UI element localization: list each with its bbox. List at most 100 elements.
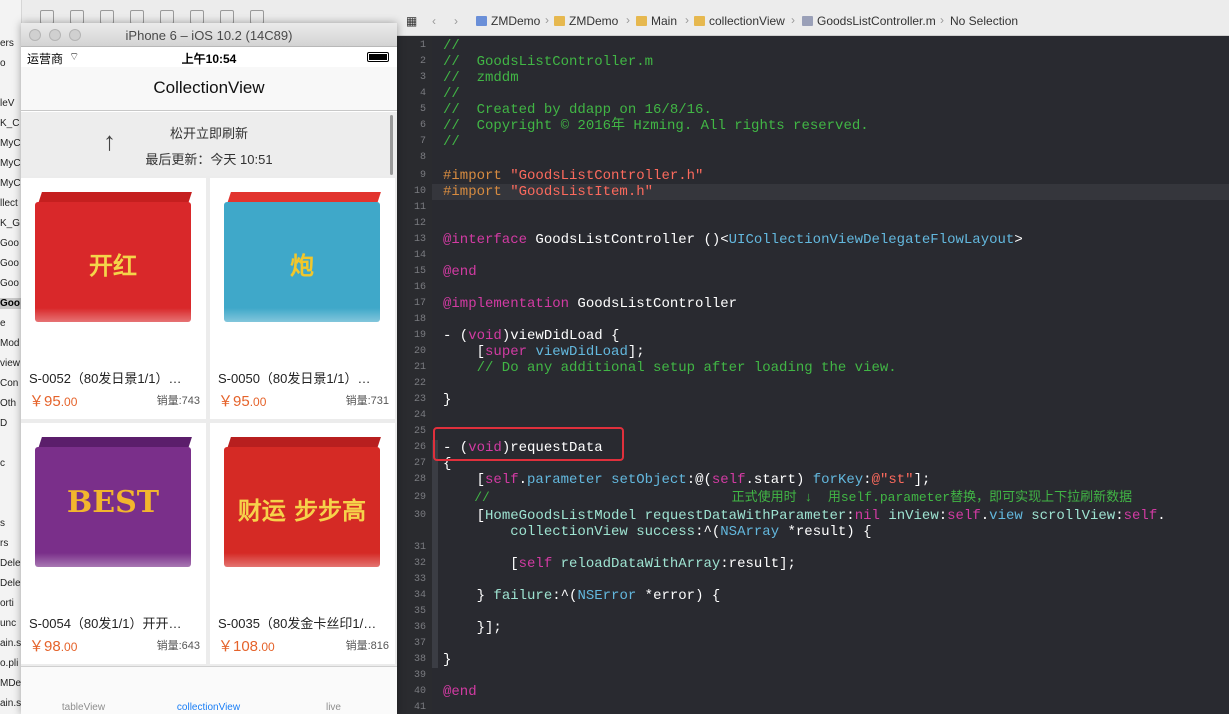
code-token: } <box>443 588 494 604</box>
navigator-item[interactable]: view <box>0 358 21 369</box>
simulator-titlebar[interactable]: iPhone 6 – iOS 10.2 (14C89) <box>21 23 397 47</box>
tab-collectionview[interactable]: collectionView <box>146 702 271 713</box>
navigator-item[interactable]: Mod <box>0 338 21 349</box>
navigator-item[interactable]: D <box>0 418 21 429</box>
navigator-item[interactable]: ain.s <box>0 698 21 709</box>
navigator-item[interactable]: Goo <box>0 258 21 269</box>
navigator-item[interactable]: Con <box>0 378 21 389</box>
product-cell[interactable]: 开红 S-0052（80发日景1/1）… ￥95.00 销量:743 <box>21 178 206 419</box>
navigator-item[interactable]: K_C <box>0 118 21 129</box>
code-token: @"st" <box>871 472 914 488</box>
code-line-34: } failure:^(NSError *error) { <box>443 588 721 604</box>
image-fade <box>218 553 388 593</box>
navigator-item[interactable]: e <box>0 318 21 329</box>
navigator-item[interactable]: s <box>0 518 21 529</box>
code-editor[interactable]: // // GoodsListController.m // zmddm // … <box>432 36 1229 714</box>
navigator-item[interactable]: K_G <box>0 218 21 229</box>
navigator-item[interactable]: c <box>0 458 21 469</box>
navigator-item[interactable]: MyC <box>0 178 21 189</box>
code-token: viewDidLoad <box>535 344 628 360</box>
navigator-item[interactable]: rs <box>0 538 21 549</box>
related-items-icon[interactable]: ▦ <box>406 14 417 28</box>
project-navigator: ers o leV K_C MyC MyC MyC llect K_G Goo Goo Goo Goo e… <box>0 0 22 714</box>
scroll-indicator[interactable] <box>390 115 393 175</box>
line-number: 35 <box>413 606 426 617</box>
test-icon[interactable] <box>160 10 174 24</box>
navigator-item[interactable]: Oth <box>0 398 21 409</box>
navigator-item[interactable]: o.pli <box>0 658 21 669</box>
simulator-window: iPhone 6 – iOS 10.2 (14C89) 运营商 ⌔ 上午10:5… <box>21 23 397 714</box>
code-token: . <box>745 472 754 488</box>
symbol-icon[interactable] <box>70 10 84 24</box>
back-icon[interactable]: ‹ <box>432 14 436 28</box>
ios-status-bar: 运营商 ⌔ 上午10:54 <box>21 47 397 67</box>
navigator-item[interactable]: Goo <box>0 238 21 249</box>
price-integer: ￥98 <box>29 638 61 655</box>
navigator-item[interactable]: orti <box>0 598 21 609</box>
line-number: 17 <box>413 298 426 309</box>
code-line-3: // zmddm <box>443 70 519 86</box>
product-cell[interactable]: 炮 S-0050（80发日景1/1）… ￥95.00 销量:731 <box>210 178 395 419</box>
code-line-10: #import "GoodsListItem.h" <box>443 184 653 200</box>
box-label: BEST <box>66 485 160 520</box>
navigator-item[interactable]: MyC <box>0 158 21 169</box>
folder-icon[interactable] <box>40 10 54 24</box>
line-number: 21 <box>413 362 426 373</box>
navigator-item[interactable]: o <box>0 58 21 69</box>
line-number: 10 <box>413 186 426 197</box>
navigator-item[interactable]: Goo <box>0 278 21 289</box>
product-cell[interactable]: BEST S-0054（80发1/1）开开… ￥98.00 销量:643 <box>21 423 206 664</box>
navigator-item[interactable]: unc <box>0 618 21 629</box>
refresh-release-label: 松开立即刷新 <box>169 126 248 141</box>
line-number-gutter[interactable]: 1 2 3 4 5 6 7 8 9 10 11 12 13 14 15 16 17 18 19 20 21 22 23 24 2… <box>398 36 432 714</box>
jump-bar-label: collectionView <box>709 14 785 28</box>
debug-icon[interactable] <box>190 10 204 24</box>
screen: ers o leV K_C MyC MyC MyC llect K_G Goo Goo Goo Goo e… <box>0 0 1229 714</box>
product-cell[interactable]: 财运 步步高 S-0035（80发金卡丝印1/… ￥108.00 销量:816 <box>210 423 395 664</box>
navigator-item[interactable]: ain.s <box>0 638 21 649</box>
line-number: 20 <box>413 346 426 357</box>
jump-bar-main[interactable]: Main <box>636 14 677 28</box>
jump-bar-project[interactable]: ZMDemo <box>476 14 540 28</box>
code-line-38: } <box>443 652 452 668</box>
code-token: self <box>711 472 746 488</box>
navigator-item[interactable]: MyC <box>0 138 21 149</box>
code-token: ]; <box>913 472 931 488</box>
navigator-item[interactable]: MDen <box>0 678 21 689</box>
jump-bar-file[interactable]: GoodsListController.m <box>802 14 936 28</box>
breakpoint-icon[interactable] <box>220 10 234 24</box>
code-token: : <box>1115 508 1124 524</box>
line-number: 14 <box>413 250 426 261</box>
jump-bar-collectionview[interactable]: collectionView <box>694 14 785 28</box>
navigator-item[interactable]: Goo <box>0 298 21 309</box>
navigation-bar: CollectionView <box>21 67 397 111</box>
jump-bar-group[interactable]: ZMDemo <box>554 14 618 28</box>
code-token: @implementation <box>443 296 570 312</box>
navigator-item[interactable]: Deleg <box>0 578 21 589</box>
jump-bar-label: ZMDemo <box>491 14 541 28</box>
report-icon[interactable] <box>250 10 264 24</box>
navigator-item[interactable]: llect <box>0 198 21 209</box>
jump-bar-label: No Selection <box>950 14 1019 28</box>
product-collection[interactable]: 开红 S-0052（80发日景1/1）… ￥95.00 销量:743 炮 S-0050（8… <box>21 176 397 666</box>
navigator-item[interactable]: ers <box>0 38 21 49</box>
jump-bar-selection[interactable]: No Selection <box>950 14 1018 28</box>
code-line-21: // Do any additional setup after loading… <box>443 360 897 376</box>
code-token: requestDataWithParameter <box>644 508 847 524</box>
navigator-item[interactable]: leV <box>0 98 21 109</box>
line-number: 1 <box>419 40 426 51</box>
tab-tableview[interactable]: tableView <box>21 702 146 713</box>
code-line-15: @end <box>443 264 477 280</box>
search-icon[interactable] <box>100 10 114 24</box>
line-number: 37 <box>413 638 426 649</box>
navigator-item[interactable]: Deleg <box>0 558 21 569</box>
code-line-7: // <box>443 134 460 150</box>
code-token: NSError <box>577 588 637 604</box>
forward-icon[interactable]: › <box>454 14 458 28</box>
issue-icon[interactable] <box>130 10 144 24</box>
tab-live[interactable]: live <box>271 702 396 713</box>
